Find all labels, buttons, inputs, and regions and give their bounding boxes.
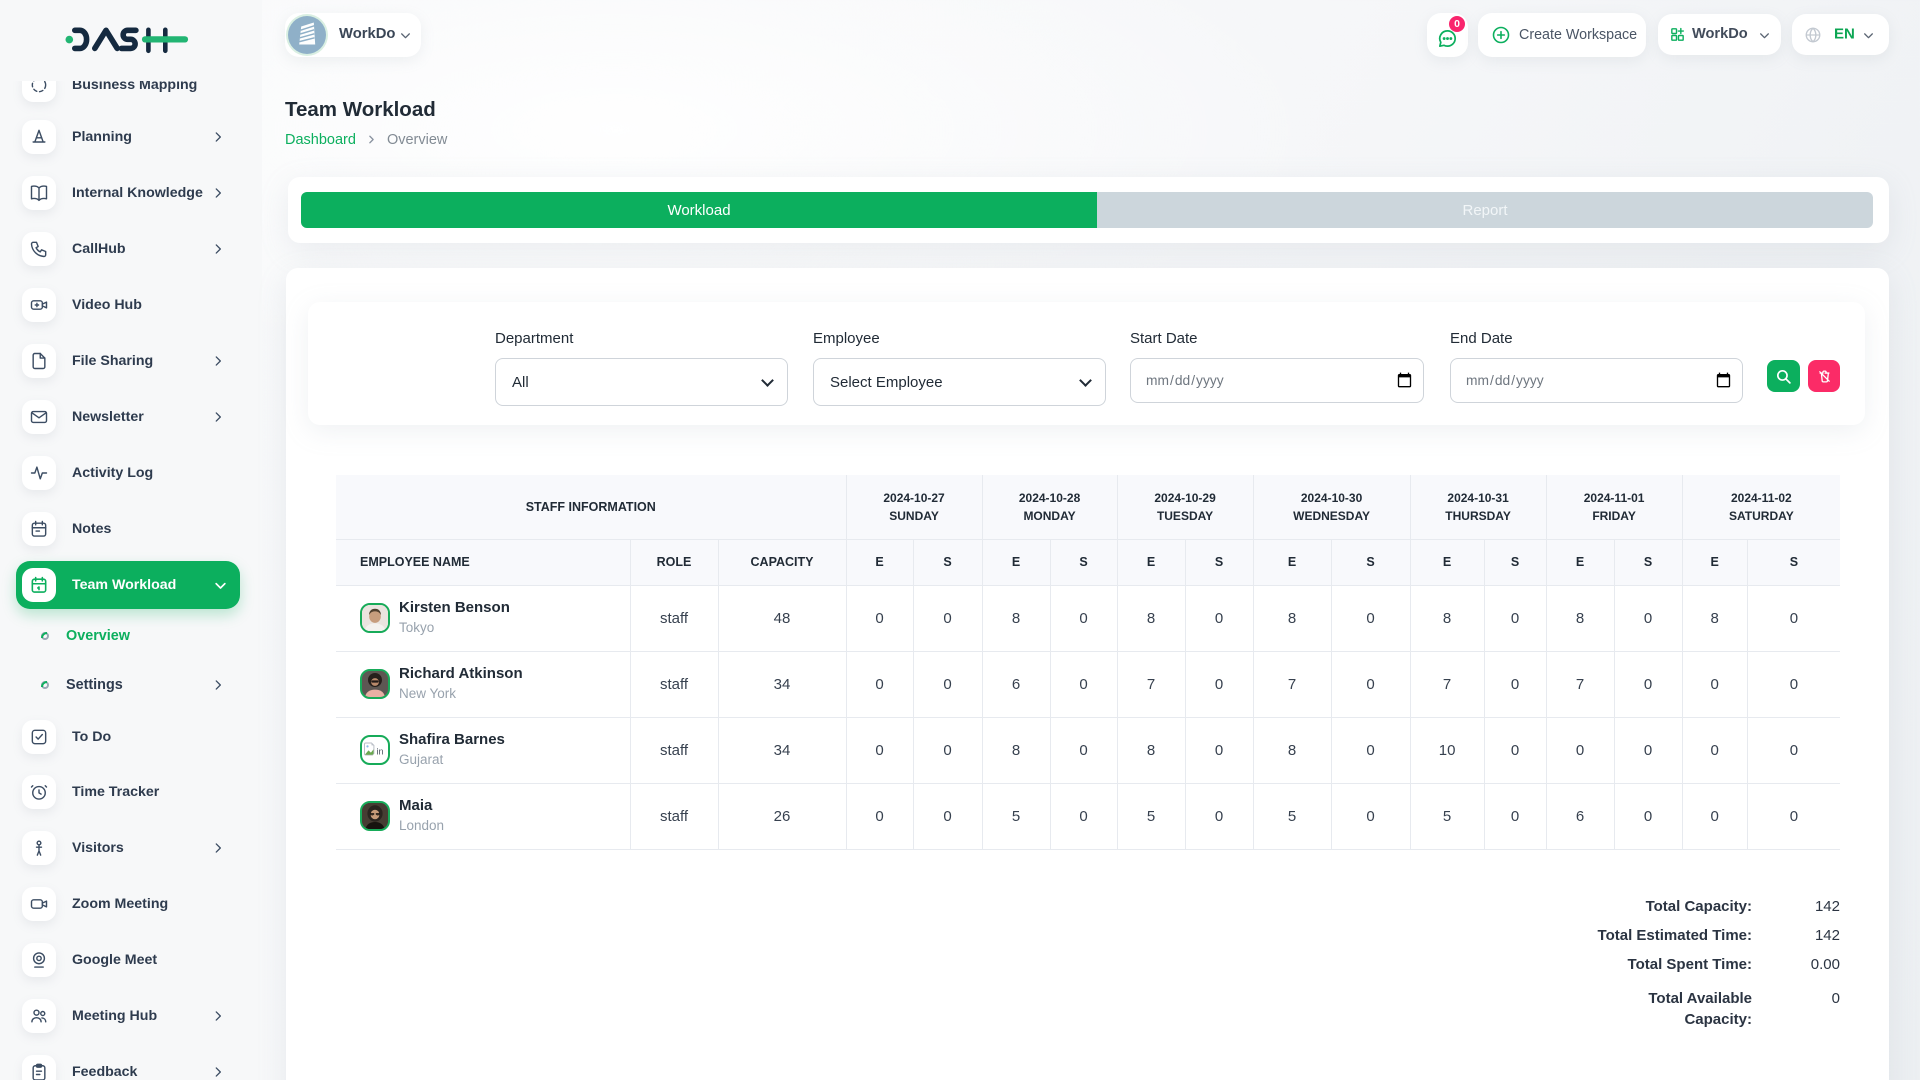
svg-text:in: in — [377, 747, 384, 757]
